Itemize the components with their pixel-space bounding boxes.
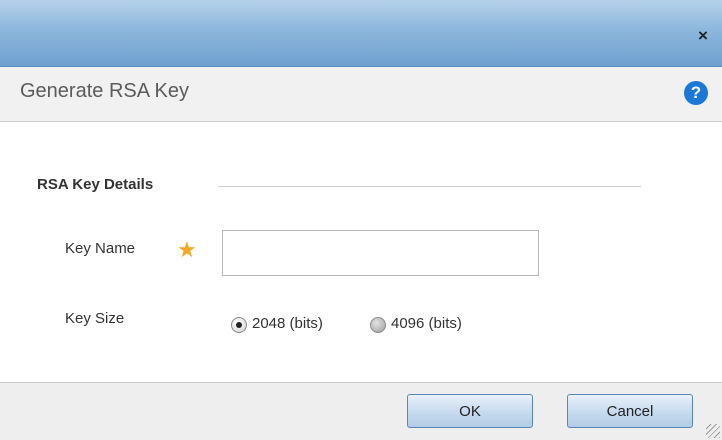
radio-4096[interactable] xyxy=(370,317,386,333)
section-divider xyxy=(218,186,641,187)
dialog-footer: OK Cancel xyxy=(0,382,722,440)
required-star-icon: ★ xyxy=(177,237,197,262)
radio-2048[interactable] xyxy=(231,317,247,333)
dialog-content: RSA Key Details Key Name ★ Key Size 2048… xyxy=(0,122,722,382)
key-name-input[interactable] xyxy=(222,230,539,276)
help-icon[interactable]: ? xyxy=(684,81,708,105)
dialog-header: Generate RSA Key ? xyxy=(0,67,722,122)
resize-grip-icon[interactable] xyxy=(706,424,720,438)
dialog-title: Generate RSA Key xyxy=(20,80,189,102)
generate-rsa-key-dialog: × Generate RSA Key ? RSA Key Details Key… xyxy=(0,0,722,440)
cancel-button[interactable]: Cancel xyxy=(567,394,693,428)
section-title: RSA Key Details xyxy=(37,176,154,193)
dialog-titlebar[interactable]: × xyxy=(0,0,722,67)
ok-button[interactable]: OK xyxy=(407,394,533,428)
radio-2048-label[interactable]: 2048 (bits) xyxy=(252,315,323,332)
close-icon[interactable]: × xyxy=(694,27,712,45)
radio-selected-dot xyxy=(236,322,242,328)
key-name-label: Key Name xyxy=(65,240,136,257)
key-size-label: Key Size xyxy=(65,310,125,327)
radio-4096-label[interactable]: 4096 (bits) xyxy=(391,315,462,332)
